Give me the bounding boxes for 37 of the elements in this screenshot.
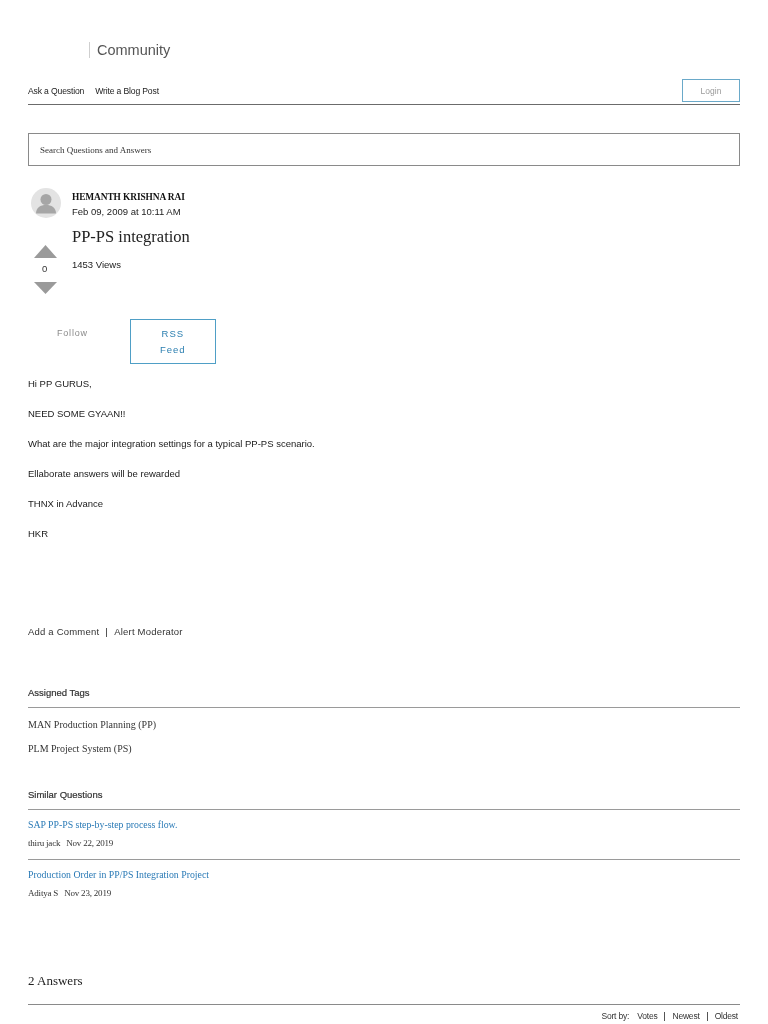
sort-option[interactable]: Oldest bbox=[714, 1011, 738, 1021]
body-text: Hi PP GURUS, bbox=[28, 377, 93, 391]
question-link[interactable]: Production Order in PP/PS Integration Project bbox=[28, 868, 209, 882]
user-avatar-icon bbox=[31, 188, 61, 218]
view-count: 1453 Views bbox=[72, 258, 121, 272]
body-text: What are the major integration settings for a typical PP-PS scenario. bbox=[28, 437, 316, 451]
sort-option[interactable]: Votes bbox=[637, 1011, 658, 1021]
sort-label: Sort by: bbox=[601, 1011, 630, 1021]
nav-link[interactable]: Write a Blog Post bbox=[95, 84, 159, 97]
follow-button[interactable]: Follow bbox=[57, 327, 88, 339]
question-author[interactable]: thiru jack bbox=[28, 836, 61, 850]
tag-link[interactable]: PLM Project System (PS) bbox=[28, 742, 132, 756]
site-title[interactable]: Community bbox=[97, 41, 171, 59]
upvote-arrow-icon[interactable] bbox=[34, 245, 57, 258]
vote-count: 0 bbox=[42, 263, 48, 275]
rss-feed-button[interactable]: RSS Feed bbox=[129, 319, 216, 364]
question-date: Nov 22, 2019 bbox=[66, 837, 114, 850]
answers-heading: 2 Answers bbox=[28, 973, 740, 1005]
body-text: NEED SOME GYAAN!! bbox=[28, 407, 127, 421]
nav-link[interactable]: Ask a Question bbox=[28, 84, 85, 97]
sort-option[interactable]: Newest bbox=[672, 1011, 700, 1021]
post-date: Feb 09, 2009 at 10:11 AM bbox=[72, 205, 181, 219]
section-heading: Assigned Tags bbox=[28, 686, 740, 708]
body-text: Ellaborate answers will be rewarded bbox=[28, 467, 182, 481]
question-title: PP-PS integration bbox=[72, 226, 190, 248]
question-author[interactable]: Aditya S bbox=[28, 886, 59, 900]
search-field[interactable]: Search Questions and Answers bbox=[28, 133, 740, 166]
question-link[interactable]: SAP PP-PS step-by-step process flow. bbox=[28, 818, 178, 832]
action-link[interactable]: Alert Moderator bbox=[114, 625, 183, 639]
author-name[interactable]: HEMANTH KRISHNA RAI bbox=[72, 190, 185, 204]
body-text: THNX in Advance bbox=[28, 497, 104, 511]
action-link[interactable]: Add a Comment bbox=[28, 625, 100, 639]
downvote-arrow-icon[interactable] bbox=[34, 282, 57, 294]
section-heading: Similar Questions bbox=[28, 788, 740, 810]
body-text: HKR bbox=[28, 527, 50, 541]
question-date: Nov 23, 2019 bbox=[64, 887, 111, 900]
tag-link[interactable]: MAN Production Planning (PP) bbox=[28, 718, 157, 732]
